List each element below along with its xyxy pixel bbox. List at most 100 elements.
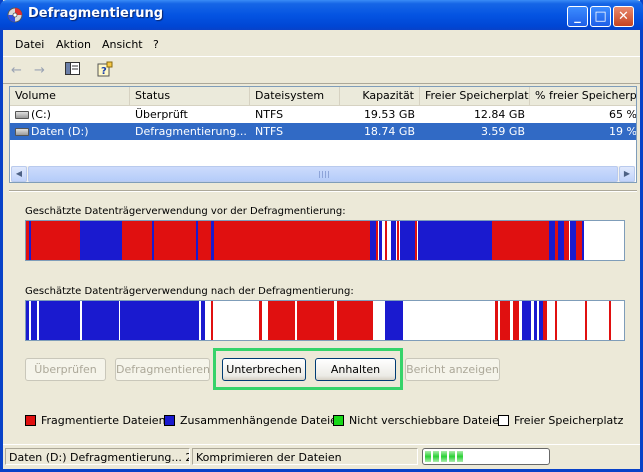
status-text: Daten (D:) Defragmentierung... 27% (5, 448, 190, 465)
disk-segment (609, 301, 611, 340)
menu-ansicht[interactable]: Ansicht (102, 38, 143, 51)
menu-help[interactable]: ? (153, 38, 159, 51)
disk-segment (399, 221, 415, 260)
disk-segment (121, 221, 370, 260)
disk-segment (336, 301, 373, 340)
minimize-button[interactable]: _ (567, 6, 588, 27)
disk-segment (579, 301, 582, 340)
disk-segment (199, 301, 202, 340)
volume-name: (C:) (10, 106, 130, 123)
disk-segment (253, 301, 257, 340)
column-filesystem[interactable]: Dateisystem (250, 87, 340, 105)
show-hide-console-icon[interactable] (65, 62, 80, 75)
disk-segment (79, 221, 122, 260)
column-percent-free[interactable]: % freier Speicherplatz (530, 87, 636, 105)
toolbar: ← → ? (3, 56, 640, 84)
disk-segment (549, 301, 552, 340)
progress-bar (422, 448, 550, 465)
after-defrag-label: Geschätzte Datenträgerverwendung nach de… (25, 286, 354, 297)
disk-segment (211, 301, 213, 340)
legend-label: Fragmentierte Dateien (41, 414, 166, 427)
column-status[interactable]: Status (130, 87, 250, 105)
progress-block (433, 451, 439, 462)
disk-segment (591, 301, 594, 340)
menu-bar: Datei Aktion Ansicht ? (3, 33, 640, 55)
disk-segment (226, 301, 229, 340)
legend-label: Zusammenhängende Dateien (180, 414, 344, 427)
volume-list[interactable]: Volume Status Dateisystem Kapazität Frei… (9, 86, 637, 183)
legend-unmovable: Nicht verschiebbare Dateien (333, 414, 506, 427)
disk-segment (417, 221, 493, 260)
disk-segment (486, 301, 489, 340)
disk-segment (510, 301, 513, 340)
disk-segment (390, 221, 396, 260)
disk-segment (576, 221, 582, 260)
disk-segment (384, 221, 388, 260)
view-report-button[interactable]: Bericht anzeigen (405, 358, 500, 381)
column-capacity[interactable]: Kapazität (340, 87, 420, 105)
disk-segment (375, 221, 378, 260)
horizontal-scrollbar[interactable]: ◀ ▶ (11, 166, 635, 182)
volume-capacity: 19.53 GB (363, 108, 415, 121)
arrow-left-icon[interactable]: ← (11, 63, 22, 78)
column-volume[interactable]: Volume (10, 87, 130, 105)
progress-block (449, 451, 455, 462)
disk-segment (531, 301, 534, 340)
volume-row-c[interactable]: (C:) Überprüft NTFS 19.53 GB 12.84 GB 65… (10, 106, 637, 123)
legend-contiguous: Zusammenhängende Dateien (164, 414, 344, 427)
disk-segment (28, 221, 32, 260)
disk-segment (378, 301, 381, 340)
volume-percent: 19 % (609, 125, 637, 138)
disk-segment (426, 301, 430, 340)
disk-segment (28, 301, 31, 340)
volume-list-header: Volume Status Dateisystem Kapazität Frei… (10, 87, 636, 106)
legend-free-space: Freier Speicherplatz (498, 414, 623, 427)
volume-row-d[interactable]: Daten (D:) Defragmentierung... NTFS 18.7… (10, 123, 637, 140)
help-icon[interactable]: ? (97, 61, 113, 77)
volume-status: Überprüft (135, 108, 188, 121)
volume-percent: 65 % (609, 108, 637, 121)
maximize-button[interactable]: □ (590, 6, 611, 27)
column-free-space[interactable]: Freier Speicherplatz (420, 87, 530, 105)
scroll-right-icon[interactable]: ▶ (619, 166, 635, 182)
before-defrag-bar (25, 220, 625, 261)
volume-filesystem: NTFS (255, 108, 284, 121)
legend-label: Freier Speicherplatz (514, 414, 624, 427)
title-bar[interactable]: Defragmentierung _ □ ✕ (0, 0, 643, 30)
disk-segment (450, 301, 454, 340)
minimize-icon: _ (574, 9, 581, 24)
splitter[interactable] (9, 190, 637, 192)
disk-segment (79, 301, 83, 340)
drive-icon (15, 111, 29, 119)
before-defrag-label: Geschätzte Datenträgerverwendung vor der… (25, 206, 346, 217)
free-space-swatch (498, 415, 509, 426)
scroll-left-icon[interactable]: ◀ (11, 166, 27, 182)
disk-segment (492, 221, 550, 260)
legend-label: Nicht verschiebbare Dateien (349, 414, 506, 427)
disk-segment (384, 301, 403, 340)
menu-datei[interactable]: Datei (15, 38, 44, 51)
disk-segment (438, 301, 441, 340)
disk-segment (474, 301, 479, 340)
disk-segment (259, 301, 263, 340)
menu-aktion[interactable]: Aktion (56, 38, 91, 51)
disk-segment (26, 221, 80, 260)
defragment-button[interactable]: Defragmentieren (115, 358, 210, 381)
check-button[interactable]: Überprüfen (25, 358, 106, 381)
legend-fragmented: Fragmentierte Dateien (25, 414, 166, 427)
defrag-window: Defragmentierung _ □ ✕ Datei Aktion Ansi… (0, 0, 643, 472)
volume-name: Daten (D:) (10, 123, 130, 140)
disk-segment (118, 301, 121, 340)
volume-free: 12.84 GB (473, 108, 525, 121)
progress-block (441, 451, 447, 462)
scrollbar-thumb[interactable] (28, 166, 618, 182)
defrag-app-icon (7, 7, 23, 23)
disk-segment (402, 301, 406, 340)
disk-segment (295, 301, 298, 340)
close-button[interactable]: ✕ (613, 6, 634, 27)
arrow-right-icon[interactable]: → (34, 63, 45, 78)
volume-free: 3.59 GB (480, 125, 525, 138)
status-bar: Daten (D:) Defragmentierung... 27% Kompr… (3, 444, 640, 467)
scrollbar-grip-icon (319, 171, 329, 178)
fragmented-swatch (25, 415, 36, 426)
